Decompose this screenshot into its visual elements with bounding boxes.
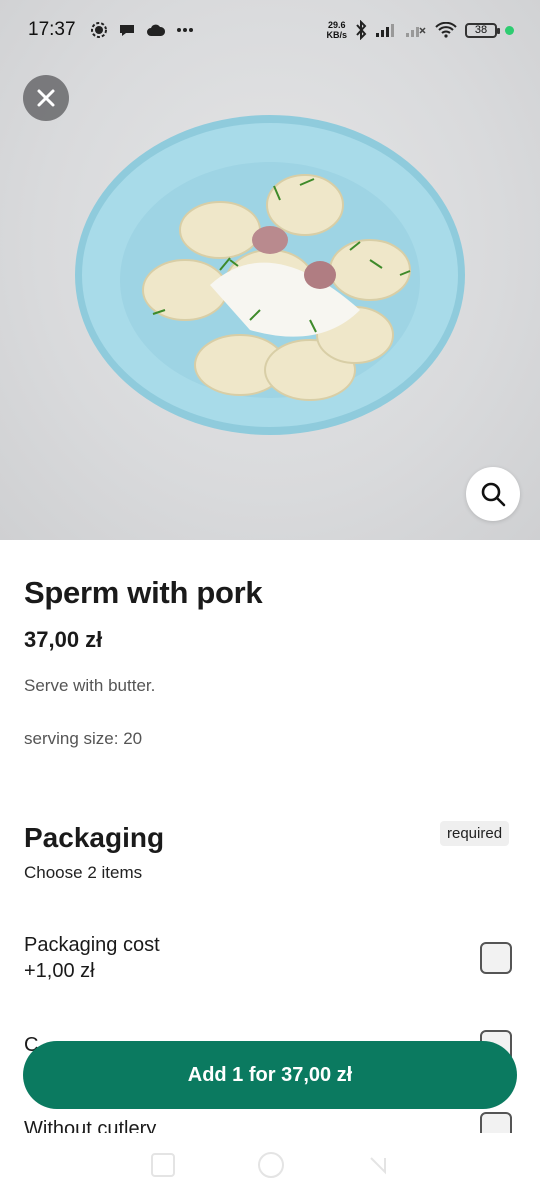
cloud-icon (146, 23, 166, 37)
home-icon[interactable] (257, 1152, 284, 1178)
cellular-signal-icon (375, 22, 397, 38)
option-packaging-cost[interactable]: Packaging cost +1,00 zł (24, 932, 516, 984)
speed-unit: KB/s (326, 30, 347, 40)
option-price: +1,00 zł (24, 960, 95, 982)
required-badge: required (440, 821, 510, 846)
product-price: 37,00 zł (24, 627, 103, 652)
signal-app-icon (90, 21, 108, 39)
product-title: Sperm with pork (24, 575, 263, 610)
system-nav-bar (0, 1140, 540, 1190)
product-image: 17:37 29.6 KB/s 38 (0, 0, 540, 540)
zoom-image-button[interactable] (466, 467, 520, 521)
wifi-icon (435, 22, 457, 38)
product-description: Serve with butter. (24, 676, 156, 695)
dumplings-dish-image (75, 115, 465, 435)
cellular-signal-2-icon (405, 22, 427, 38)
status-bar: 17:37 29.6 KB/s 38 (0, 0, 540, 60)
close-icon (37, 89, 55, 107)
more-dots-icon (176, 27, 194, 33)
bluetooth-icon (355, 20, 367, 40)
packaging-title: Packaging (24, 822, 165, 853)
packaging-subtitle: Choose 2 items (24, 863, 143, 882)
recent-apps-icon[interactable] (151, 1153, 176, 1177)
privacy-indicator-dot (505, 25, 514, 35)
add-to-cart-button[interactable]: Add 1 for 37,00 zł (23, 1041, 517, 1109)
network-speed: 29.6 KB/s (326, 20, 347, 40)
status-time: 17:37 (28, 19, 76, 40)
battery-icon: 38 (465, 22, 500, 38)
speed-value: 29.6 (327, 20, 346, 30)
back-icon[interactable] (367, 1154, 389, 1176)
option-label: Packaging cost (24, 934, 160, 956)
option-checkbox[interactable] (480, 942, 512, 974)
search-icon (481, 482, 506, 507)
close-button[interactable] (23, 75, 69, 121)
chat-icon (118, 21, 136, 39)
serving-size: serving size: 20 (24, 729, 143, 748)
